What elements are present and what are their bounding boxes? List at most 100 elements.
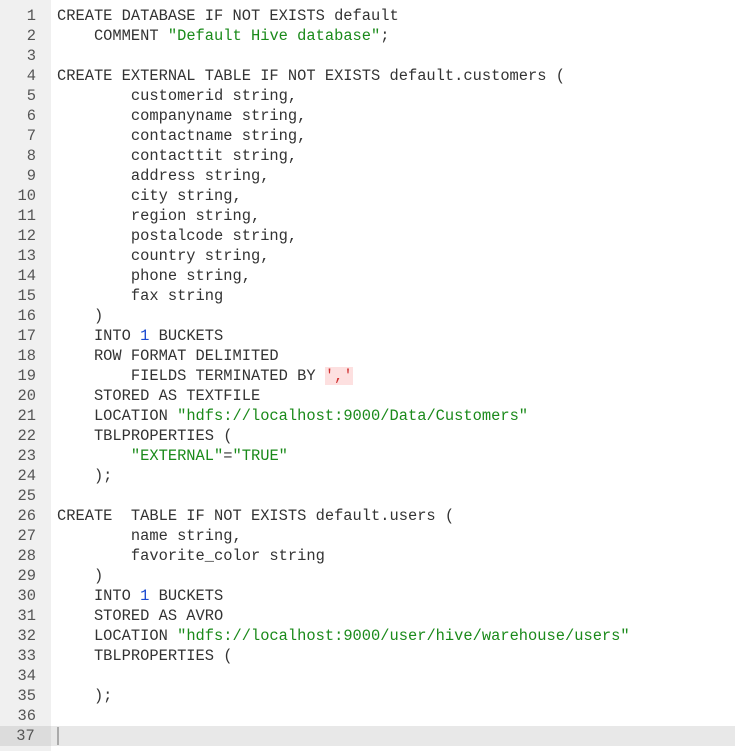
code-line[interactable]: 18 ROW FORMAT DELIMITED xyxy=(0,346,735,366)
line-number: 34 xyxy=(17,667,36,685)
line-number: 33 xyxy=(17,647,36,665)
token: contactname string, xyxy=(57,127,307,145)
code-text: ) xyxy=(57,306,103,326)
code-line[interactable]: 20 STORED AS TEXTFILE xyxy=(0,386,735,406)
line-number: 24 xyxy=(17,467,36,485)
code-line[interactable]: 23 "EXTERNAL"="TRUE" xyxy=(0,446,735,466)
code-text: ) xyxy=(57,566,103,586)
code-line[interactable]: 21 LOCATION "hdfs://localhost:9000/Data/… xyxy=(0,406,735,426)
line-number: 1 xyxy=(26,7,36,25)
line-number: 13 xyxy=(17,247,36,265)
token: CREATE TABLE IF NOT EXISTS default.users… xyxy=(57,507,455,525)
token: ); xyxy=(57,687,113,705)
code-line[interactable]: 31 STORED AS AVRO xyxy=(0,606,735,626)
token: LOCATION xyxy=(57,407,178,425)
code-line[interactable]: 15 fax string xyxy=(0,286,735,306)
line-number: 12 xyxy=(17,227,36,245)
code-line[interactable]: 25 xyxy=(0,486,735,506)
code-line[interactable]: 10 city string, xyxy=(0,186,735,206)
code-line[interactable]: 3 xyxy=(0,46,735,66)
line-number: 26 xyxy=(17,507,36,525)
token: companyname string, xyxy=(57,107,307,125)
code-text: country string, xyxy=(57,246,270,266)
line-number: 31 xyxy=(17,607,36,625)
code-text: fax string xyxy=(57,286,223,306)
code-line[interactable]: 11 region string, xyxy=(0,206,735,226)
code-text: name string, xyxy=(57,526,242,546)
line-number: 37 xyxy=(0,726,51,746)
code-line[interactable]: 35 ); xyxy=(0,686,735,706)
token: contacttit string, xyxy=(57,147,298,165)
token: ) xyxy=(57,567,104,585)
code-line[interactable]: 32 LOCATION "hdfs://localhost:9000/user/… xyxy=(0,626,735,646)
line-number: 4 xyxy=(26,67,36,85)
code-line[interactable]: 8 contacttit string, xyxy=(0,146,735,166)
code-line[interactable]: 33 TBLPROPERTIES ( xyxy=(0,646,735,666)
code-line[interactable]: 14 phone string, xyxy=(0,266,735,286)
line-number: 28 xyxy=(17,547,36,565)
token: COMMENT xyxy=(57,27,168,45)
code-line[interactable]: 30 INTO 1 BUCKETS xyxy=(0,586,735,606)
line-number: 20 xyxy=(17,387,36,405)
token-str: "hdfs://localhost:9000/user/hive/warehou… xyxy=(177,627,630,645)
code-line[interactable]: 22 TBLPROPERTIES ( xyxy=(0,426,735,446)
code-line[interactable]: 28 favorite_color string xyxy=(0,546,735,566)
code-text: "EXTERNAL"="TRUE" xyxy=(57,446,288,466)
line-number: 18 xyxy=(17,347,36,365)
line-number: 7 xyxy=(26,127,36,145)
token: INTO xyxy=(57,327,141,345)
code-line[interactable]: 34 xyxy=(0,666,735,686)
code-text: COMMENT "Default Hive database"; xyxy=(57,26,390,46)
token: city string, xyxy=(57,187,242,205)
token-num: 1 xyxy=(140,587,150,605)
token: ) xyxy=(57,307,104,325)
line-number: 6 xyxy=(26,107,36,125)
code-line[interactable]: 17 INTO 1 BUCKETS xyxy=(0,326,735,346)
line-number: 11 xyxy=(17,207,36,225)
token-str: "TRUE" xyxy=(232,447,288,465)
token: phone string, xyxy=(57,267,251,285)
code-line[interactable]: 2 COMMENT "Default Hive database"; xyxy=(0,26,735,46)
code-text: postalcode string, xyxy=(57,226,297,246)
token-str: "hdfs://localhost:9000/Data/Customers" xyxy=(177,407,529,425)
code-editor[interactable]: 1 CREATE DATABASE IF NOT EXISTS default 2 … xyxy=(0,6,735,746)
code-text: CREATE TABLE IF NOT EXISTS default.users… xyxy=(57,506,454,526)
token: ROW FORMAT DELIMITED xyxy=(57,347,279,365)
line-number: 30 xyxy=(17,587,36,605)
code-line[interactable]: 1 CREATE DATABASE IF NOT EXISTS default xyxy=(0,6,735,26)
code-line[interactable]: 16 ) xyxy=(0,306,735,326)
code-text: ); xyxy=(57,686,112,706)
token: CREATE EXTERNAL TABLE IF NOT EXISTS defa… xyxy=(57,67,565,85)
line-number: 21 xyxy=(17,407,36,425)
code-line[interactable]: 6 companyname string, xyxy=(0,106,735,126)
code-line[interactable]: 24 ); xyxy=(0,466,735,486)
token-num: 1 xyxy=(140,327,150,345)
code-text: INTO 1 BUCKETS xyxy=(57,326,223,346)
code-line[interactable]: 13 country string, xyxy=(0,246,735,266)
code-text: TBLPROPERTIES ( xyxy=(57,426,233,446)
token-str: "Default Hive database" xyxy=(167,27,381,45)
line-number: 2 xyxy=(26,27,36,45)
code-text: CREATE EXTERNAL TABLE IF NOT EXISTS defa… xyxy=(57,66,565,86)
text-cursor xyxy=(57,726,59,745)
code-line[interactable]: 29 ) xyxy=(0,566,735,586)
code-line[interactable]: 12 postalcode string, xyxy=(0,226,735,246)
code-line[interactable]: 37 xyxy=(0,726,735,746)
code-line[interactable]: 19 FIELDS TERMINATED BY ',' xyxy=(0,366,735,386)
token: region string, xyxy=(57,207,261,225)
code-text: phone string, xyxy=(57,266,251,286)
line-number: 22 xyxy=(17,427,36,445)
code-line[interactable]: 7 contactname string, xyxy=(0,126,735,146)
code-line[interactable]: 4 CREATE EXTERNAL TABLE IF NOT EXISTS def… xyxy=(0,66,735,86)
code-line[interactable]: 36 xyxy=(0,706,735,726)
code-line[interactable]: 27 name string, xyxy=(0,526,735,546)
token: name string, xyxy=(57,527,242,545)
code-text: STORED AS AVRO xyxy=(57,606,223,626)
code-text: TBLPROPERTIES ( xyxy=(57,646,233,666)
code-line[interactable]: 26 CREATE TABLE IF NOT EXISTS default.use… xyxy=(0,506,735,526)
code-line[interactable]: 9 address string, xyxy=(0,166,735,186)
token: FIELDS TERMINATED BY xyxy=(57,367,325,385)
code-line[interactable]: 5 customerid string, xyxy=(0,86,735,106)
code-text: customerid string, xyxy=(57,86,297,106)
